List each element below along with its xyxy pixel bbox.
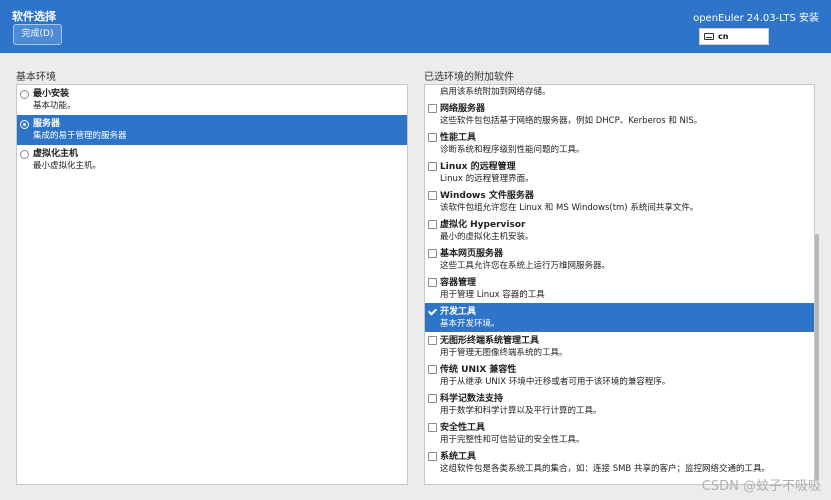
addon-legacy-unix-compat[interactable]: 传统 UNIX 兼容性 用于从继承 UNIX 环境中迁移或者可用于该环境的兼容程… <box>425 361 814 390</box>
radio-button[interactable] <box>20 120 29 129</box>
addon-name: 传统 UNIX 兼容性 <box>440 365 517 375</box>
addon-desc: 基本开发环境。 <box>440 319 500 329</box>
addon-desc: 这些工具允许您在系统上运行万维网服务器。 <box>440 261 611 271</box>
checkbox[interactable] <box>428 452 437 461</box>
env-item-virtualization-host[interactable]: 虚拟化主机 最小虚拟化主机。 <box>17 145 407 175</box>
checkbox[interactable] <box>428 336 437 345</box>
page-title: 软件选择 <box>12 10 56 23</box>
checkbox-checked[interactable] <box>428 307 437 316</box>
addon-name: 虚拟化 Hypervisor <box>440 220 526 230</box>
header-bar: 软件选择 完成(D) openEuler 24.03-LTS 安装 cn <box>0 0 831 53</box>
addon-name: 基本网页服务器 <box>440 249 504 259</box>
done-button[interactable]: 完成(D) <box>13 24 62 45</box>
addon-name: 性能工具 <box>440 133 477 143</box>
addon-desc: 用于数学和科学计算以及平行计算的工具。 <box>440 406 602 416</box>
radio-button[interactable] <box>20 150 29 159</box>
checkbox[interactable] <box>428 133 437 142</box>
addon-windows-file-server[interactable]: Windows 文件服务器 该软件包组允许您在 Linux 和 MS Windo… <box>425 187 814 216</box>
checkbox[interactable] <box>428 162 437 171</box>
addon-network-servers[interactable]: 网络服务器 这些软件包包括基于网络的服务器，例如 DHCP、Kerberos 和… <box>425 100 814 129</box>
addon-system-tools[interactable]: 系统工具 这组软件包是各类系统工具的集合，如：连接 SMB 共享的客户；监控网络… <box>425 448 814 477</box>
addon-name: 安全性工具 <box>440 423 486 433</box>
addon-name: 容器管理 <box>440 278 477 288</box>
partial-addon-desc: 启用该系统附加到网络存储。 <box>440 87 551 97</box>
env-name: 服务器 <box>33 119 61 129</box>
env-name: 虚拟化主机 <box>33 149 79 159</box>
watermark: CSDN @蚊子不吸吸 <box>701 479 821 494</box>
addon-desc: 这些软件包包括基于网络的服务器，例如 DHCP、Kerberos 和 NIS。 <box>440 116 703 126</box>
addon-headless-management[interactable]: 无图形终端系统管理工具 用于管理无图像终端系统的工具。 <box>425 332 814 361</box>
addon-scientific-support[interactable]: 科学记数法支持 用于数学和科学计算以及平行计算的工具。 <box>425 390 814 419</box>
addon-desc: 最小的虚拟化主机安装。 <box>440 232 534 242</box>
addons-title: 已选环境的附加软件 <box>424 72 514 83</box>
addon-security-tools[interactable]: 安全性工具 用于完整性和可信验证的安全性工具。 <box>425 419 814 448</box>
addon-desc: 用于从继承 UNIX 环境中迁移或者可用于该环境的兼容程序。 <box>440 377 671 387</box>
addon-name: 网络服务器 <box>440 104 486 114</box>
addon-basic-web-server[interactable]: 基本网页服务器 这些工具允许您在系统上运行万维网服务器。 <box>425 245 814 274</box>
env-desc: 基本功能。 <box>33 101 76 111</box>
env-desc: 最小虚拟化主机。 <box>33 161 102 171</box>
checkbox[interactable] <box>428 365 437 374</box>
env-item-server[interactable]: 服务器 集成的易于管理的服务器 <box>17 115 407 145</box>
checkbox[interactable] <box>428 220 437 229</box>
base-env-list: 最小安装 基本功能。 服务器 集成的易于管理的服务器 虚拟化主机 最小虚拟化主机… <box>16 84 408 485</box>
addon-name: Windows 文件服务器 <box>440 191 534 201</box>
addon-name: 系统工具 <box>440 452 477 462</box>
product-title: openEuler 24.03-LTS 安装 <box>693 13 819 24</box>
checkbox[interactable] <box>428 191 437 200</box>
addon-name: 科学记数法支持 <box>440 394 504 404</box>
addon-virtualization-hypervisor[interactable]: 虚拟化 Hypervisor 最小的虚拟化主机安装。 <box>425 216 814 245</box>
addon-container-management[interactable]: 容器管理 用于管理 Linux 容器的工具 <box>425 274 814 303</box>
keyboard-icon <box>704 33 714 40</box>
addon-desc: Linux 的远程管理界面。 <box>440 174 534 184</box>
base-env-title: 基本环境 <box>16 72 56 83</box>
keyboard-layout-indicator[interactable]: cn <box>699 28 769 45</box>
checkbox[interactable] <box>428 423 437 432</box>
addon-desc: 用于管理无图像终端系统的工具。 <box>440 348 568 358</box>
checkbox[interactable] <box>428 278 437 287</box>
addon-performance-tools[interactable]: 性能工具 诊断系统和程序级别性能问题的工具。 <box>425 129 814 158</box>
addon-desc: 用于管理 Linux 容器的工具 <box>440 290 545 300</box>
addon-remote-management[interactable]: Linux 的远程管理 Linux 的远程管理界面。 <box>425 158 814 187</box>
keyboard-layout-label: cn <box>718 32 729 41</box>
checkbox[interactable] <box>428 394 437 403</box>
checkbox[interactable] <box>428 104 437 113</box>
addon-name: 开发工具 <box>440 307 477 317</box>
env-desc: 集成的易于管理的服务器 <box>33 131 127 141</box>
checkbox[interactable] <box>428 249 437 258</box>
addon-name: Linux 的远程管理 <box>440 162 516 172</box>
addon-desc: 这组软件包是各类系统工具的集合，如：连接 SMB 共享的客户；监控网络交通的工具… <box>440 464 770 474</box>
env-item-minimal[interactable]: 最小安装 基本功能。 <box>17 85 407 115</box>
addon-desc: 用于完整性和可信验证的安全性工具。 <box>440 435 585 445</box>
addon-desc: 该软件包组允许您在 Linux 和 MS Windows(tm) 系统间共享文件… <box>440 203 699 213</box>
addons-scrollbar[interactable] <box>815 234 819 480</box>
radio-button[interactable] <box>20 90 29 99</box>
addon-desc: 诊断系统和程序级别性能问题的工具。 <box>440 145 585 155</box>
env-name: 最小安装 <box>33 89 70 99</box>
addon-name: 无图形终端系统管理工具 <box>440 336 540 346</box>
addons-list: 启用该系统附加到网络存储。 网络服务器 这些软件包包括基于网络的服务器，例如 D… <box>424 84 815 485</box>
addon-development-tools[interactable]: 开发工具 基本开发环境。 <box>425 303 814 332</box>
